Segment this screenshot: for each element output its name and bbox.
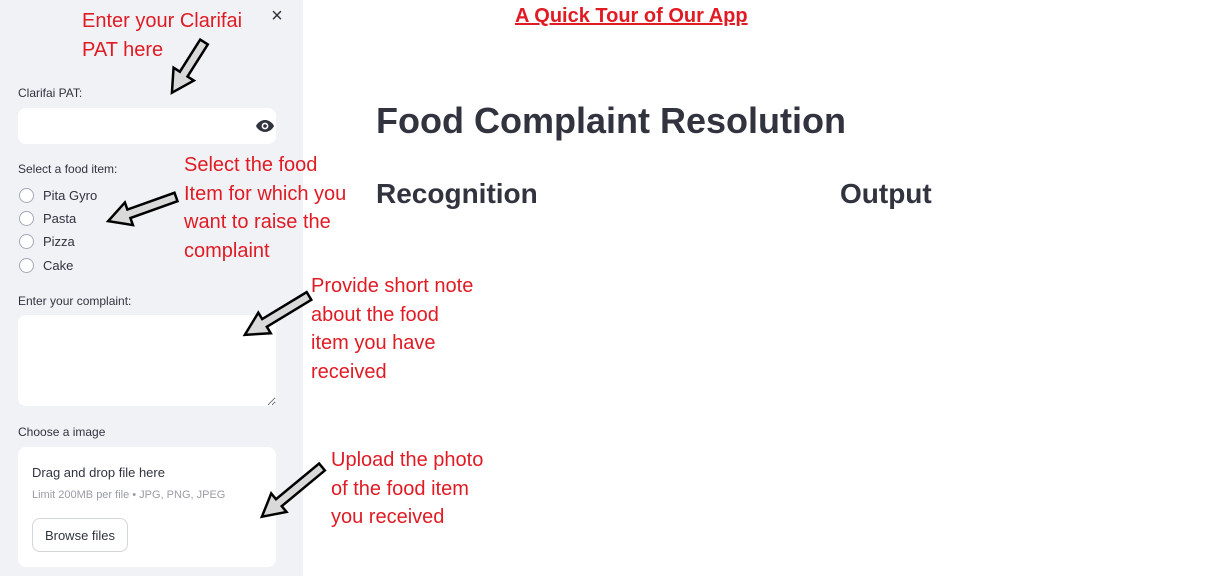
- pat-input-box: [18, 108, 276, 144]
- radio-cake[interactable]: Cake: [18, 255, 73, 275]
- annotation-line: complaint: [184, 239, 270, 262]
- quick-tour-link[interactable]: A Quick Tour of Our App: [515, 5, 748, 28]
- annotation-line: of the food item: [331, 477, 469, 500]
- annotation-line: Provide short note: [311, 275, 474, 297]
- page-title: Food Complaint Resolution: [376, 100, 846, 141]
- radio-circle[interactable]: [19, 210, 34, 226]
- annotation-pat: Enter your Clarifai PAT here: [82, 7, 242, 64]
- annotation-line: PAT here: [82, 38, 164, 61]
- complaint-label: Enter your complaint:: [18, 294, 132, 308]
- output-heading: Output: [840, 178, 932, 209]
- radio-label: Pasta: [43, 210, 77, 226]
- radio-circle[interactable]: [19, 257, 34, 273]
- radio-pasta[interactable]: Pasta: [18, 208, 76, 228]
- sidebar: × Clarifai PAT: Select a food item: Pita…: [0, 0, 303, 576]
- complaint-box: [18, 315, 276, 406]
- annotation-line: item you have: [311, 332, 436, 354]
- recognition-heading: Recognition: [376, 178, 538, 209]
- annotation-upload: Upload the photo of the food item you re…: [331, 446, 483, 532]
- annotation-line: Upload the photo: [331, 449, 484, 471]
- browse-files-button[interactable]: Browse files: [32, 518, 128, 552]
- radio-label: Pizza: [43, 233, 75, 249]
- radio-pizza[interactable]: Pizza: [18, 231, 75, 251]
- annotation-line: want to raise the: [184, 211, 331, 233]
- annotation-line: Item for which you: [184, 182, 347, 205]
- annotation-line: about the food: [311, 303, 439, 326]
- annotation-note: Provide short note about the food item y…: [311, 272, 473, 386]
- annotation-line: Enter your Clarifai: [82, 10, 243, 32]
- eye-icon[interactable]: [255, 119, 275, 133]
- pat-input[interactable]: [28, 114, 228, 138]
- radio-circle[interactable]: [19, 187, 34, 203]
- radio-circle[interactable]: [19, 233, 34, 249]
- file-dropzone[interactable]: Drag and drop file here Limit 200MB per …: [18, 447, 276, 567]
- complaint-textarea[interactable]: [18, 315, 276, 406]
- annotation-line: received: [311, 360, 387, 383]
- dropzone-subtitle: Limit 200MB per file • JPG, PNG, JPEG: [32, 489, 226, 501]
- annotation-food: Select the food Item for which you want …: [184, 151, 346, 265]
- annotation-line: you received: [331, 506, 445, 528]
- radio-label: Cake: [43, 257, 74, 273]
- close-icon[interactable]: ×: [267, 4, 287, 28]
- radio-label: Pita Gyro: [43, 187, 98, 203]
- image-label: Choose a image: [18, 425, 106, 439]
- pat-label: Clarifai PAT:: [18, 86, 83, 100]
- food-label: Select a food item:: [18, 162, 118, 176]
- annotation-line: Select the food: [184, 154, 318, 176]
- dropzone-title: Drag and drop file here: [32, 465, 165, 480]
- radio-pita-gyro[interactable]: Pita Gyro: [18, 185, 97, 205]
